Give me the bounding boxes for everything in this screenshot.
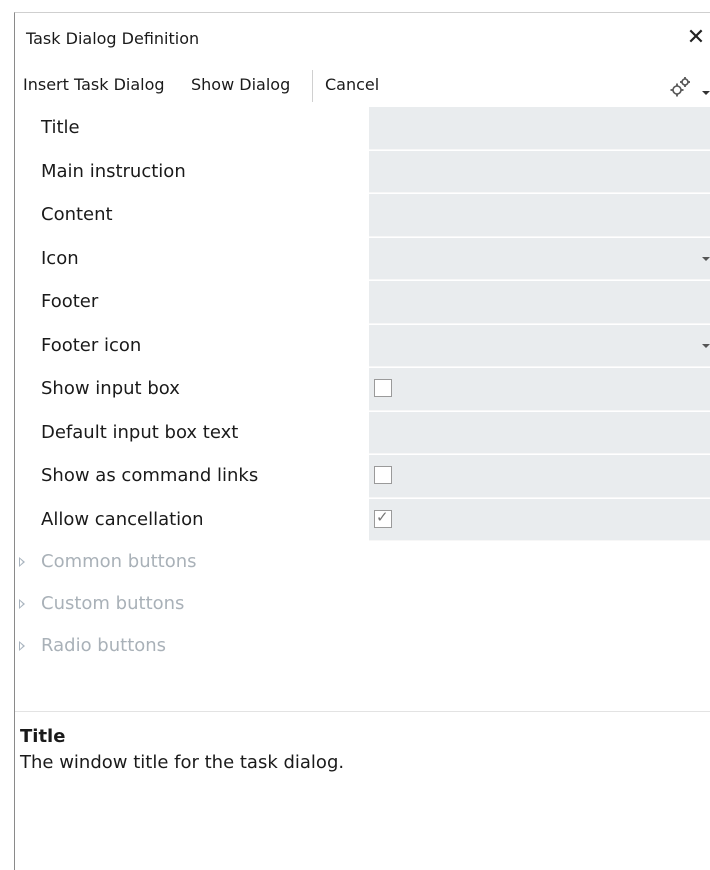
property-label: Show as command links (41, 465, 259, 486)
footer-field[interactable] (369, 281, 710, 324)
property-row-show-input-box[interactable]: Show input box (15, 368, 710, 412)
property-label: Show input box (41, 378, 180, 399)
cancel-button[interactable]: Cancel (325, 75, 379, 94)
title-bar: Task Dialog Definition ✕ (15, 13, 710, 67)
expand-arrow-icon[interactable] (19, 599, 25, 609)
show-input-box-value (369, 368, 710, 411)
allow-cancellation-value: ✓ (369, 498, 710, 541)
close-button[interactable]: ✕ (682, 23, 710, 53)
title-field[interactable] (369, 107, 710, 150)
section-label: Custom buttons (41, 593, 185, 614)
chevron-down-icon[interactable] (702, 343, 710, 348)
allow-cancellation-checkbox[interactable]: ✓ (374, 507, 392, 528)
show-as-command-links-checkbox[interactable] (374, 466, 392, 484)
section-label: Radio buttons (41, 635, 167, 656)
show-as-command-links-value (369, 455, 710, 498)
show-dialog-button[interactable]: Show Dialog (191, 75, 290, 94)
property-row-allow-cancellation[interactable]: Allow cancellation ✓ (15, 498, 710, 542)
section-radio-buttons[interactable]: Radio buttons (15, 626, 710, 668)
description-panel: Title The window title for the task dial… (15, 711, 710, 870)
toolbar-separator (312, 70, 313, 102)
property-grid: Title Main instruction Content Icon Foot… (15, 107, 710, 668)
property-row-content[interactable]: Content (15, 194, 710, 238)
show-input-box-checkbox[interactable] (374, 379, 392, 397)
property-label: Content (41, 204, 113, 225)
expand-arrow-icon[interactable] (19, 557, 25, 567)
toolbar: Insert Task Dialog Show Dialog Cancel (15, 67, 710, 107)
property-label: Footer icon (41, 334, 142, 356)
property-row-icon[interactable]: Icon (15, 237, 710, 281)
icon-dropdown[interactable] (369, 237, 710, 280)
property-label: Icon (41, 247, 79, 269)
checkmark-icon: ✓ (376, 507, 389, 526)
footer-icon-dropdown[interactable] (369, 324, 710, 367)
property-row-footer[interactable]: Footer (15, 281, 710, 325)
property-label: Title (41, 117, 80, 138)
content-field[interactable] (369, 194, 710, 237)
window-title: Task Dialog Definition (26, 29, 200, 48)
default-input-box-text-field[interactable] (369, 411, 710, 454)
property-label: Footer (41, 291, 99, 312)
property-row-show-as-command-links[interactable]: Show as command links (15, 455, 710, 499)
insert-task-dialog-button[interactable]: Insert Task Dialog (23, 75, 165, 94)
property-row-main-instruction[interactable]: Main instruction (15, 150, 710, 194)
description-text: The window title for the task dialog. (20, 752, 345, 773)
section-label: Common buttons (41, 551, 197, 572)
property-row-footer-icon[interactable]: Footer icon (15, 324, 710, 368)
chevron-down-icon[interactable] (702, 256, 710, 261)
gear-icon[interactable] (666, 73, 696, 101)
section-custom-buttons[interactable]: Custom buttons (15, 584, 710, 626)
task-dialog-definition-window: Task Dialog Definition ✕ Insert Task Dia… (14, 12, 710, 870)
property-row-default-input-box-text[interactable]: Default input box text (15, 411, 710, 455)
expand-arrow-icon[interactable] (19, 641, 25, 651)
property-row-title[interactable]: Title (15, 107, 710, 151)
property-label: Main instruction (41, 160, 186, 182)
property-label: Default input box text (41, 421, 239, 443)
description-title: Title (20, 726, 66, 747)
section-common-buttons[interactable]: Common buttons (15, 542, 710, 584)
chevron-down-icon[interactable] (702, 91, 710, 95)
main-instruction-field[interactable] (369, 150, 710, 193)
property-label: Allow cancellation (41, 508, 204, 530)
